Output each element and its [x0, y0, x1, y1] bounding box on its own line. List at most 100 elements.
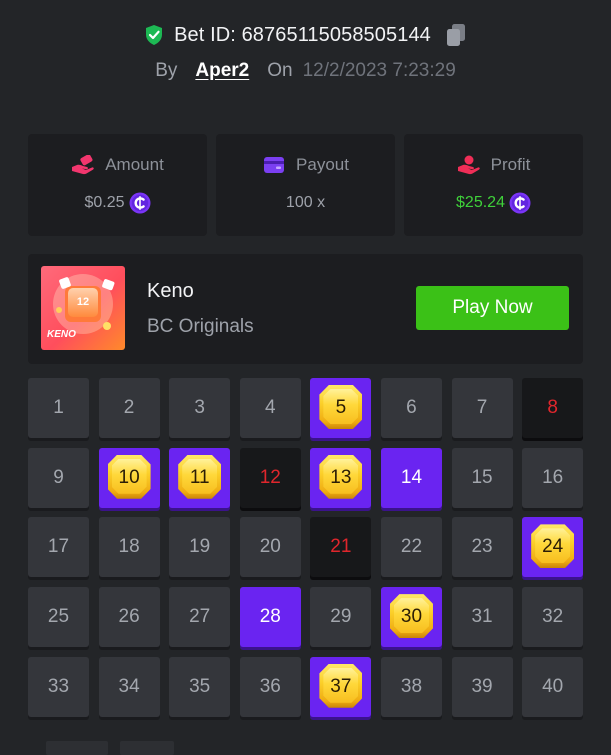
profit-value: $25.24: [456, 194, 505, 211]
keno-cell-number: 22: [400, 536, 423, 558]
keno-cell-number: 5: [335, 397, 347, 418]
keno-cell-38[interactable]: 38: [380, 656, 442, 717]
keno-cell-34[interactable]: 34: [98, 656, 160, 717]
keno-cell-number: 19: [189, 536, 211, 558]
bet-meta: By Aper2 On 12/2/2023 7:23:29: [0, 56, 611, 86]
game-card: 12 KENO Keno BC Originals Play Now: [28, 254, 583, 364]
keno-cell-15[interactable]: 15: [451, 447, 513, 508]
coin-icon: [129, 192, 151, 214]
keno-cell-number: 28: [259, 606, 281, 628]
keno-cell-26[interactable]: 26: [98, 587, 160, 648]
keno-cell-number: 13: [330, 466, 352, 488]
keno-cell-24[interactable]: 24: [522, 517, 584, 578]
keno-cell-number: 37: [330, 675, 352, 697]
bet-id: Bet ID: 68765115058505144: [174, 23, 431, 46]
keno-cell-9[interactable]: 9: [28, 447, 89, 508]
keno-cell-31[interactable]: 31: [451, 587, 513, 648]
keno-cell-20[interactable]: 20: [239, 517, 301, 578]
footer-partial: [46, 741, 174, 755]
keno-cell-13[interactable]: 13: [310, 447, 372, 508]
keno-cell-5[interactable]: 5: [310, 378, 372, 438]
keno-cell-32[interactable]: 32: [522, 587, 584, 648]
wallet-icon: [264, 157, 285, 173]
keno-cell-number: 16: [542, 466, 564, 488]
keno-cell-19[interactable]: 19: [169, 517, 231, 578]
keno-cell-number: 1: [53, 397, 64, 418]
keno-cell-number: 26: [118, 606, 140, 628]
keno-cell-number: 7: [476, 397, 488, 418]
keno-cell-11[interactable]: 11: [169, 447, 231, 508]
keno-cell-number: 3: [194, 397, 205, 418]
amount-value: $0.25: [84, 194, 125, 211]
keno-cell-16[interactable]: 16: [522, 447, 584, 508]
payout-value: 100 x: [285, 194, 326, 211]
keno-cell-35[interactable]: 35: [169, 656, 231, 717]
keno-cell-23[interactable]: 23: [451, 517, 513, 578]
keno-cell-number: 29: [330, 606, 352, 628]
keno-board: 1 2 3 4 5 6 7 8 9 10 11 12 13 14 15 16 17 18 19 20 21 22 23 24 2…: [28, 378, 584, 717]
shield-check-icon: [146, 25, 163, 45]
keno-cell-number: 31: [471, 606, 493, 628]
copy-icon[interactable]: [445, 23, 467, 47]
keno-cell-number: 18: [118, 536, 140, 558]
overflow-icon: ⌒: [525, 0, 545, 7]
keno-cell-number: 15: [471, 466, 493, 488]
keno-cell-number: 39: [471, 675, 493, 697]
keno-cell-12[interactable]: 12: [239, 447, 301, 508]
play-now-button[interactable]: Play Now: [416, 286, 569, 330]
keno-cell-14[interactable]: 14: [380, 447, 442, 508]
keno-cell-30[interactable]: 30: [380, 587, 442, 648]
coin-icon: [509, 192, 531, 214]
keno-cell-17[interactable]: 17: [28, 517, 89, 578]
keno-cell-number: 17: [47, 536, 70, 558]
by-label: By: [155, 60, 178, 81]
hand-coins-icon: [72, 155, 94, 175]
keno-cell-1[interactable]: 1: [28, 378, 89, 438]
keno-cell-8[interactable]: 8: [522, 378, 584, 438]
keno-cell-number: 20: [259, 536, 281, 558]
keno-cell-29[interactable]: 29: [310, 587, 372, 648]
username-link[interactable]: Aper2: [195, 60, 249, 82]
keno-cell-7[interactable]: 7: [451, 378, 513, 438]
keno-cell-number: 40: [542, 675, 564, 697]
keno-cell-6[interactable]: 6: [380, 378, 442, 438]
keno-cell-18[interactable]: 18: [98, 517, 160, 578]
keno-cell-number: 8: [547, 397, 558, 418]
thumbnail-number: 12: [76, 296, 90, 308]
game-provider: BC Originals: [147, 316, 254, 337]
keno-cell-number: 21: [330, 536, 352, 558]
keno-cell-number: 14: [400, 466, 423, 488]
keno-cell-number: 23: [471, 536, 493, 558]
keno-cell-4[interactable]: 4: [239, 378, 301, 438]
partial-text-block: [120, 741, 174, 755]
keno-cell-33[interactable]: 33: [28, 656, 89, 717]
payout-label: Payout: [296, 155, 349, 174]
keno-cell-number: 36: [259, 675, 281, 697]
keno-cell-27[interactable]: 27: [169, 587, 231, 648]
amount-card: Amount $0.25: [28, 134, 207, 236]
keno-cell-25[interactable]: 25: [28, 587, 89, 648]
keno-cell-number: 30: [400, 606, 423, 628]
keno-cell-number: 27: [189, 606, 211, 628]
keno-cell-39[interactable]: 39: [451, 656, 513, 717]
keno-cell-28[interactable]: 28: [239, 587, 301, 648]
keno-cell-22[interactable]: 22: [380, 517, 442, 578]
keno-cell-10[interactable]: 10: [98, 447, 160, 508]
keno-cell-3[interactable]: 3: [169, 378, 231, 438]
keno-cell-number: 38: [400, 675, 423, 697]
keno-cell-number: 4: [264, 397, 276, 418]
profit-card: Profit $25.24: [404, 134, 583, 236]
keno-cell-40[interactable]: 40: [522, 656, 584, 717]
keno-cell-21[interactable]: 21: [310, 517, 372, 578]
partial-text-block: [46, 741, 108, 755]
keno-cell-number: 33: [47, 675, 70, 697]
keno-cell-number: 10: [118, 466, 140, 488]
keno-cell-37[interactable]: 37: [310, 656, 372, 717]
keno-cell-number: 32: [542, 606, 564, 628]
game-thumbnail[interactable]: 12 KENO: [41, 266, 125, 350]
keno-cell-36[interactable]: 36: [239, 656, 301, 717]
on-label: On: [267, 60, 293, 81]
hand-profit-icon: [457, 155, 480, 175]
keno-cell-number: 25: [47, 606, 70, 628]
keno-cell-2[interactable]: 2: [98, 378, 160, 438]
